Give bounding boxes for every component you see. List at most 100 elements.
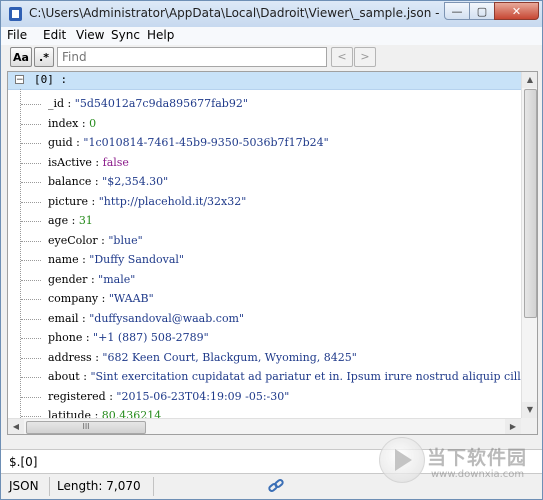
tree-row-about[interactable]: about : "Sint exercitation cupidatat ad … — [8, 367, 528, 387]
tree-row-gender[interactable]: gender : "male" — [8, 270, 521, 290]
match-case-button[interactable]: Aa — [10, 47, 32, 67]
tree-entry: isActive : false — [48, 153, 129, 173]
field-value: "Sint exercitation cupidatat ad pariatur… — [90, 370, 528, 383]
tree-connector — [21, 143, 41, 144]
field-value: "WAAB" — [108, 292, 154, 305]
field-key: name — [48, 253, 79, 266]
field-value: "male" — [98, 272, 136, 286]
tree-row-index[interactable]: index : 0 — [8, 114, 521, 134]
tree-row-email[interactable]: email : "duffysandoval@waab.com" — [8, 309, 521, 329]
field-value: false — [102, 155, 129, 169]
field-separator: : — [88, 194, 99, 208]
field-separator: : — [78, 116, 90, 130]
status-format: JSON — [9, 479, 39, 493]
tree-row-company[interactable]: company : "WAAB" — [8, 289, 521, 309]
field-value: "2015-06-23T04:19:09 -05:-30" — [116, 389, 290, 403]
field-value: "Duffy Sandoval" — [89, 253, 184, 266]
field-key: registered — [48, 389, 106, 403]
close-button[interactable]: ✕ — [494, 2, 539, 20]
find-next-button[interactable]: > — [354, 47, 376, 67]
tree-row-isactive[interactable]: isActive : false — [8, 153, 521, 173]
tree-entry: index : 0 — [48, 114, 96, 134]
vertical-scroll-thumb[interactable] — [524, 89, 537, 318]
menu-view[interactable]: View — [76, 28, 104, 42]
tree-entry: address : "682 Keen Court, Blackgum, Wyo… — [48, 348, 357, 368]
horizontal-scrollbar[interactable]: ◀ III ▶ — [8, 418, 521, 434]
tree-row-guid[interactable]: guid : "1c010814-7461-45b9-9350-5036b7f1… — [8, 133, 521, 153]
tree-connector — [21, 162, 41, 164]
field-separator: : — [72, 136, 84, 149]
maximize-button[interactable]: ▢ — [469, 2, 495, 20]
field-value: 31 — [78, 214, 93, 227]
field-key: address — [48, 350, 92, 364]
tree-entry: company : "WAAB" — [48, 289, 154, 309]
horizontal-scroll-thumb[interactable]: III — [26, 421, 146, 434]
tree-row-phone[interactable]: phone : "+1 (887) 508-2789" — [8, 328, 521, 348]
menu-file[interactable]: File — [7, 28, 27, 42]
tree-row-registered[interactable]: registered : "2015-06-23T04:19:09 -05:-3… — [8, 387, 521, 407]
sync-link-icon[interactable] — [266, 477, 286, 495]
tree-connector — [21, 299, 41, 300]
tree-connector — [21, 182, 41, 183]
find-previous-button[interactable]: < — [331, 47, 353, 67]
tree-entry: eyeColor : "blue" — [48, 231, 143, 251]
field-separator: : — [91, 155, 103, 169]
watermark-logo-icon — [379, 437, 425, 483]
tree-connector — [21, 416, 41, 417]
field-key: eyeColor — [48, 233, 98, 247]
app-icon[interactable] — [9, 7, 22, 21]
field-key: phone — [48, 331, 83, 344]
field-key: company — [48, 292, 99, 305]
root-node-label: [0] : — [34, 73, 68, 86]
search-toolbar: Aa .* < > — [1, 45, 542, 71]
field-key: picture — [48, 194, 88, 208]
field-value: "5d54012a7c9da895677fab92" — [74, 97, 248, 110]
field-value: "1c010814-7461-45b9-9350-5036b7f17b24" — [83, 136, 329, 149]
tree-row-picture[interactable]: picture : "http://placehold.it/32x32" — [8, 192, 521, 212]
tree-connector — [21, 396, 41, 398]
tree-entry: registered : "2015-06-23T04:19:09 -05:-3… — [48, 387, 289, 407]
tree-connector — [21, 104, 41, 105]
menu-help[interactable]: Help — [147, 28, 174, 42]
scroll-left-icon[interactable]: ◀ — [8, 419, 24, 434]
status-separator — [49, 477, 50, 496]
field-key: email — [48, 311, 79, 325]
field-separator: : — [78, 253, 90, 266]
tree-row-balance[interactable]: balance : "$2,354.30" — [8, 172, 521, 192]
json-path-text: $.[0] — [9, 455, 38, 469]
field-separator: : — [87, 272, 99, 286]
find-input[interactable] — [57, 47, 327, 67]
menu-sync[interactable]: Sync — [111, 28, 140, 42]
minimize-button[interactable]: — — [444, 2, 470, 20]
field-separator: : — [91, 175, 103, 188]
scroll-corner — [521, 418, 537, 434]
collapse-icon[interactable]: − — [15, 75, 24, 85]
field-separator: : — [91, 350, 103, 364]
tree-connector — [21, 279, 41, 281]
field-separator: : — [98, 292, 109, 305]
regex-button[interactable]: .* — [34, 47, 54, 67]
tree-row-name[interactable]: name : "Duffy Sandoval" — [8, 250, 521, 270]
tree-root-node[interactable]: − [0] : — [8, 72, 521, 90]
vertical-scrollbar[interactable]: ▲ ▼ — [521, 72, 537, 418]
scroll-right-icon[interactable]: ▶ — [505, 419, 521, 434]
menu-edit[interactable]: Edit — [43, 28, 66, 42]
tree-row-eyecolor[interactable]: eyeColor : "blue" — [8, 231, 521, 251]
field-value: "+1 (887) 508-2789" — [93, 331, 209, 344]
tree-entry: guid : "1c010814-7461-45b9-9350-5036b7f1… — [48, 133, 329, 153]
tree-connector — [21, 221, 41, 222]
tree-row-address[interactable]: address : "682 Keen Court, Blackgum, Wyo… — [8, 348, 521, 368]
tree-connector — [21, 318, 41, 320]
status-length: Length: 7,070 — [57, 479, 141, 493]
field-value: 0 — [89, 116, 97, 130]
tree-row-age[interactable]: age : 31 — [8, 211, 521, 231]
scroll-down-icon[interactable]: ▼ — [522, 402, 537, 418]
tree-entry: _id : "5d54012a7c9da895677fab92" — [48, 94, 248, 114]
json-tree-view[interactable]: − [0] : _id : "5d54012a7c9da895677fab92"… — [7, 71, 538, 435]
tree-entry: age : 31 — [48, 211, 93, 231]
field-value: "682 Keen Court, Blackgum, Wyoming, 8425… — [102, 350, 357, 364]
tree-row-id[interactable]: _id : "5d54012a7c9da895677fab92" — [8, 94, 521, 114]
title-bar[interactable]: C:\Users\Administrator\AppData\Local\Dad… — [1, 1, 542, 27]
scroll-up-icon[interactable]: ▲ — [522, 72, 537, 88]
tree-connector — [21, 357, 41, 359]
